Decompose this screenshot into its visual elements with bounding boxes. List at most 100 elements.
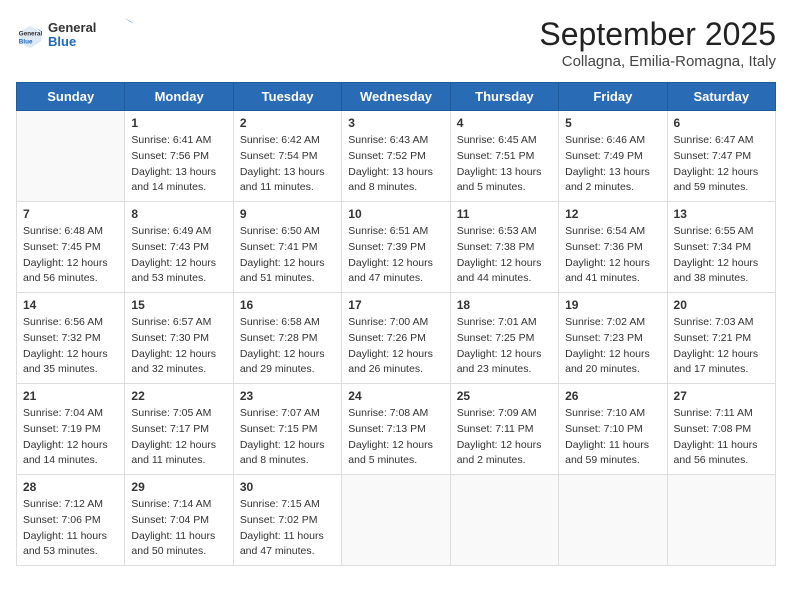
day-number: 26 bbox=[565, 389, 660, 403]
calendar-day-cell bbox=[667, 475, 775, 566]
day-info: Sunrise: 6:57 AMSunset: 7:30 PMDaylight:… bbox=[131, 315, 226, 378]
day-number: 23 bbox=[240, 389, 335, 403]
calendar-day-cell: 17 Sunrise: 7:00 AMSunset: 7:26 PMDayligh… bbox=[342, 293, 450, 384]
day-number: 28 bbox=[23, 480, 118, 494]
day-info: Sunrise: 6:46 AMSunset: 7:49 PMDaylight:… bbox=[565, 133, 660, 196]
svg-text:General: General bbox=[48, 20, 96, 35]
day-info: Sunrise: 7:01 AMSunset: 7:25 PMDaylight:… bbox=[457, 315, 552, 378]
day-info: Sunrise: 7:12 AMSunset: 7:06 PMDaylight:… bbox=[23, 497, 118, 560]
calendar-day-cell: 8 Sunrise: 6:49 AMSunset: 7:43 PMDaylight… bbox=[125, 202, 233, 293]
calendar-day-cell: 18 Sunrise: 7:01 AMSunset: 7:25 PMDayligh… bbox=[450, 293, 558, 384]
calendar-week-row: 7 Sunrise: 6:48 AMSunset: 7:45 PMDaylight… bbox=[17, 202, 776, 293]
calendar-day-cell: 19Sunrise: 7:02 AMSunset: 7:23 PMDayligh… bbox=[559, 293, 667, 384]
day-info: Sunrise: 6:55 AMSunset: 7:34 PMDaylight:… bbox=[674, 224, 769, 287]
calendar-day-cell: 23 Sunrise: 7:07 AMSunset: 7:15 PMDayligh… bbox=[233, 384, 341, 475]
page-title: September 2025 bbox=[539, 16, 776, 53]
calendar-week-row: 28 Sunrise: 7:12 AMSunset: 7:06 PMDayligh… bbox=[17, 475, 776, 566]
day-number: 21 bbox=[23, 389, 118, 403]
day-info: Sunrise: 6:42 AMSunset: 7:54 PMDaylight:… bbox=[240, 133, 335, 196]
calendar-day-cell: 20 Sunrise: 7:03 AMSunset: 7:21 PMDayligh… bbox=[667, 293, 775, 384]
day-info: Sunrise: 6:41 AMSunset: 7:56 PMDaylight:… bbox=[131, 133, 226, 196]
day-number: 25 bbox=[457, 389, 552, 403]
day-number: 11 bbox=[457, 207, 552, 221]
calendar-day-cell: 22 Sunrise: 7:05 AMSunset: 7:17 PMDayligh… bbox=[125, 384, 233, 475]
day-number: 17 bbox=[348, 298, 443, 312]
page-header: General Blue General Blue September 2025… bbox=[16, 16, 776, 70]
day-info: Sunrise: 6:58 AMSunset: 7:28 PMDaylight:… bbox=[240, 315, 335, 378]
day-number: 8 bbox=[131, 207, 226, 221]
svg-text:Blue: Blue bbox=[19, 38, 33, 45]
calendar-header: SundayMondayTuesdayWednesdayThursdayFrid… bbox=[17, 83, 776, 111]
day-number: 30 bbox=[240, 480, 335, 494]
day-info: Sunrise: 7:00 AMSunset: 7:26 PMDaylight:… bbox=[348, 315, 443, 378]
weekday-row: SundayMondayTuesdayWednesdayThursdayFrid… bbox=[17, 83, 776, 111]
calendar-day-cell: 11 Sunrise: 6:53 AMSunset: 7:38 PMDayligh… bbox=[450, 202, 558, 293]
day-info: Sunrise: 6:49 AMSunset: 7:43 PMDaylight:… bbox=[131, 224, 226, 287]
day-info: Sunrise: 7:11 AMSunset: 7:08 PMDaylight:… bbox=[674, 406, 769, 469]
day-number: 22 bbox=[131, 389, 226, 403]
calendar-day-cell: 26 Sunrise: 7:10 AMSunset: 7:10 PMDayligh… bbox=[559, 384, 667, 475]
weekday-header: Monday bbox=[125, 83, 233, 111]
calendar-day-cell: 27 Sunrise: 7:11 AMSunset: 7:08 PMDayligh… bbox=[667, 384, 775, 475]
day-info: Sunrise: 7:07 AMSunset: 7:15 PMDaylight:… bbox=[240, 406, 335, 469]
svg-text:Blue: Blue bbox=[48, 34, 76, 49]
calendar-day-cell: 13 Sunrise: 6:55 AMSunset: 7:34 PMDayligh… bbox=[667, 202, 775, 293]
day-info: Sunrise: 7:05 AMSunset: 7:17 PMDaylight:… bbox=[131, 406, 226, 469]
day-number: 10 bbox=[348, 207, 443, 221]
calendar-day-cell: 16 Sunrise: 6:58 AMSunset: 7:28 PMDayligh… bbox=[233, 293, 341, 384]
calendar-week-row: 1Sunrise: 6:41 AMSunset: 7:56 PMDaylight… bbox=[17, 111, 776, 202]
day-info: Sunrise: 6:43 AMSunset: 7:52 PMDaylight:… bbox=[348, 133, 443, 196]
day-number: 16 bbox=[240, 298, 335, 312]
day-info: Sunrise: 7:15 AMSunset: 7:02 PMDaylight:… bbox=[240, 497, 335, 560]
day-info: Sunrise: 6:54 AMSunset: 7:36 PMDaylight:… bbox=[565, 224, 660, 287]
calendar-day-cell: 12Sunrise: 6:54 AMSunset: 7:36 PMDayligh… bbox=[559, 202, 667, 293]
day-number: 6 bbox=[674, 116, 769, 130]
day-info: Sunrise: 6:48 AMSunset: 7:45 PMDaylight:… bbox=[23, 224, 118, 287]
calendar-day-cell: 29Sunrise: 7:14 AMSunset: 7:04 PMDayligh… bbox=[125, 475, 233, 566]
calendar-day-cell: 6 Sunrise: 6:47 AMSunset: 7:47 PMDaylight… bbox=[667, 111, 775, 202]
weekday-header: Wednesday bbox=[342, 83, 450, 111]
day-info: Sunrise: 7:08 AMSunset: 7:13 PMDaylight:… bbox=[348, 406, 443, 469]
calendar-day-cell: 2Sunrise: 6:42 AMSunset: 7:54 PMDaylight… bbox=[233, 111, 341, 202]
calendar-day-cell: 10 Sunrise: 6:51 AMSunset: 7:39 PMDayligh… bbox=[342, 202, 450, 293]
weekday-header: Tuesday bbox=[233, 83, 341, 111]
title-block: September 2025 Collagna, Emilia-Romagna,… bbox=[539, 16, 776, 70]
calendar-week-row: 14Sunrise: 6:56 AMSunset: 7:32 PMDayligh… bbox=[17, 293, 776, 384]
day-number: 13 bbox=[674, 207, 769, 221]
day-info: Sunrise: 7:02 AMSunset: 7:23 PMDaylight:… bbox=[565, 315, 660, 378]
day-info: Sunrise: 6:47 AMSunset: 7:47 PMDaylight:… bbox=[674, 133, 769, 196]
day-number: 9 bbox=[240, 207, 335, 221]
day-number: 18 bbox=[457, 298, 552, 312]
calendar-day-cell: 5 Sunrise: 6:46 AMSunset: 7:49 PMDaylight… bbox=[559, 111, 667, 202]
day-number: 27 bbox=[674, 389, 769, 403]
day-number: 5 bbox=[565, 116, 660, 130]
svg-text:General: General bbox=[19, 30, 43, 37]
day-number: 7 bbox=[23, 207, 118, 221]
day-info: Sunrise: 6:53 AMSunset: 7:38 PMDaylight:… bbox=[457, 224, 552, 287]
day-info: Sunrise: 7:10 AMSunset: 7:10 PMDaylight:… bbox=[565, 406, 660, 469]
day-number: 14 bbox=[23, 298, 118, 312]
day-info: Sunrise: 7:03 AMSunset: 7:21 PMDaylight:… bbox=[674, 315, 769, 378]
day-number: 3 bbox=[348, 116, 443, 130]
calendar-day-cell: 7 Sunrise: 6:48 AMSunset: 7:45 PMDaylight… bbox=[17, 202, 125, 293]
day-info: Sunrise: 7:04 AMSunset: 7:19 PMDaylight:… bbox=[23, 406, 118, 469]
day-info: Sunrise: 6:50 AMSunset: 7:41 PMDaylight:… bbox=[240, 224, 335, 287]
day-info: Sunrise: 6:51 AMSunset: 7:39 PMDaylight:… bbox=[348, 224, 443, 287]
calendar-body: 1Sunrise: 6:41 AMSunset: 7:56 PMDaylight… bbox=[17, 111, 776, 566]
page-subtitle: Collagna, Emilia-Romagna, Italy bbox=[539, 53, 776, 70]
weekday-header: Friday bbox=[559, 83, 667, 111]
day-info: Sunrise: 6:45 AMSunset: 7:51 PMDaylight:… bbox=[457, 133, 552, 196]
day-number: 24 bbox=[348, 389, 443, 403]
day-number: 20 bbox=[674, 298, 769, 312]
calendar-day-cell: 3 Sunrise: 6:43 AMSunset: 7:52 PMDaylight… bbox=[342, 111, 450, 202]
day-number: 4 bbox=[457, 116, 552, 130]
calendar-day-cell: 25Sunrise: 7:09 AMSunset: 7:11 PMDayligh… bbox=[450, 384, 558, 475]
calendar-day-cell bbox=[450, 475, 558, 566]
calendar-day-cell: 30 Sunrise: 7:15 AMSunset: 7:02 PMDayligh… bbox=[233, 475, 341, 566]
logo: General Blue General Blue bbox=[16, 16, 138, 57]
day-number: 15 bbox=[131, 298, 226, 312]
calendar-day-cell: 1Sunrise: 6:41 AMSunset: 7:56 PMDaylight… bbox=[125, 111, 233, 202]
day-number: 29 bbox=[131, 480, 226, 494]
calendar-week-row: 21 Sunrise: 7:04 AMSunset: 7:19 PMDayligh… bbox=[17, 384, 776, 475]
calendar-day-cell: 4 Sunrise: 6:45 AMSunset: 7:51 PMDaylight… bbox=[450, 111, 558, 202]
